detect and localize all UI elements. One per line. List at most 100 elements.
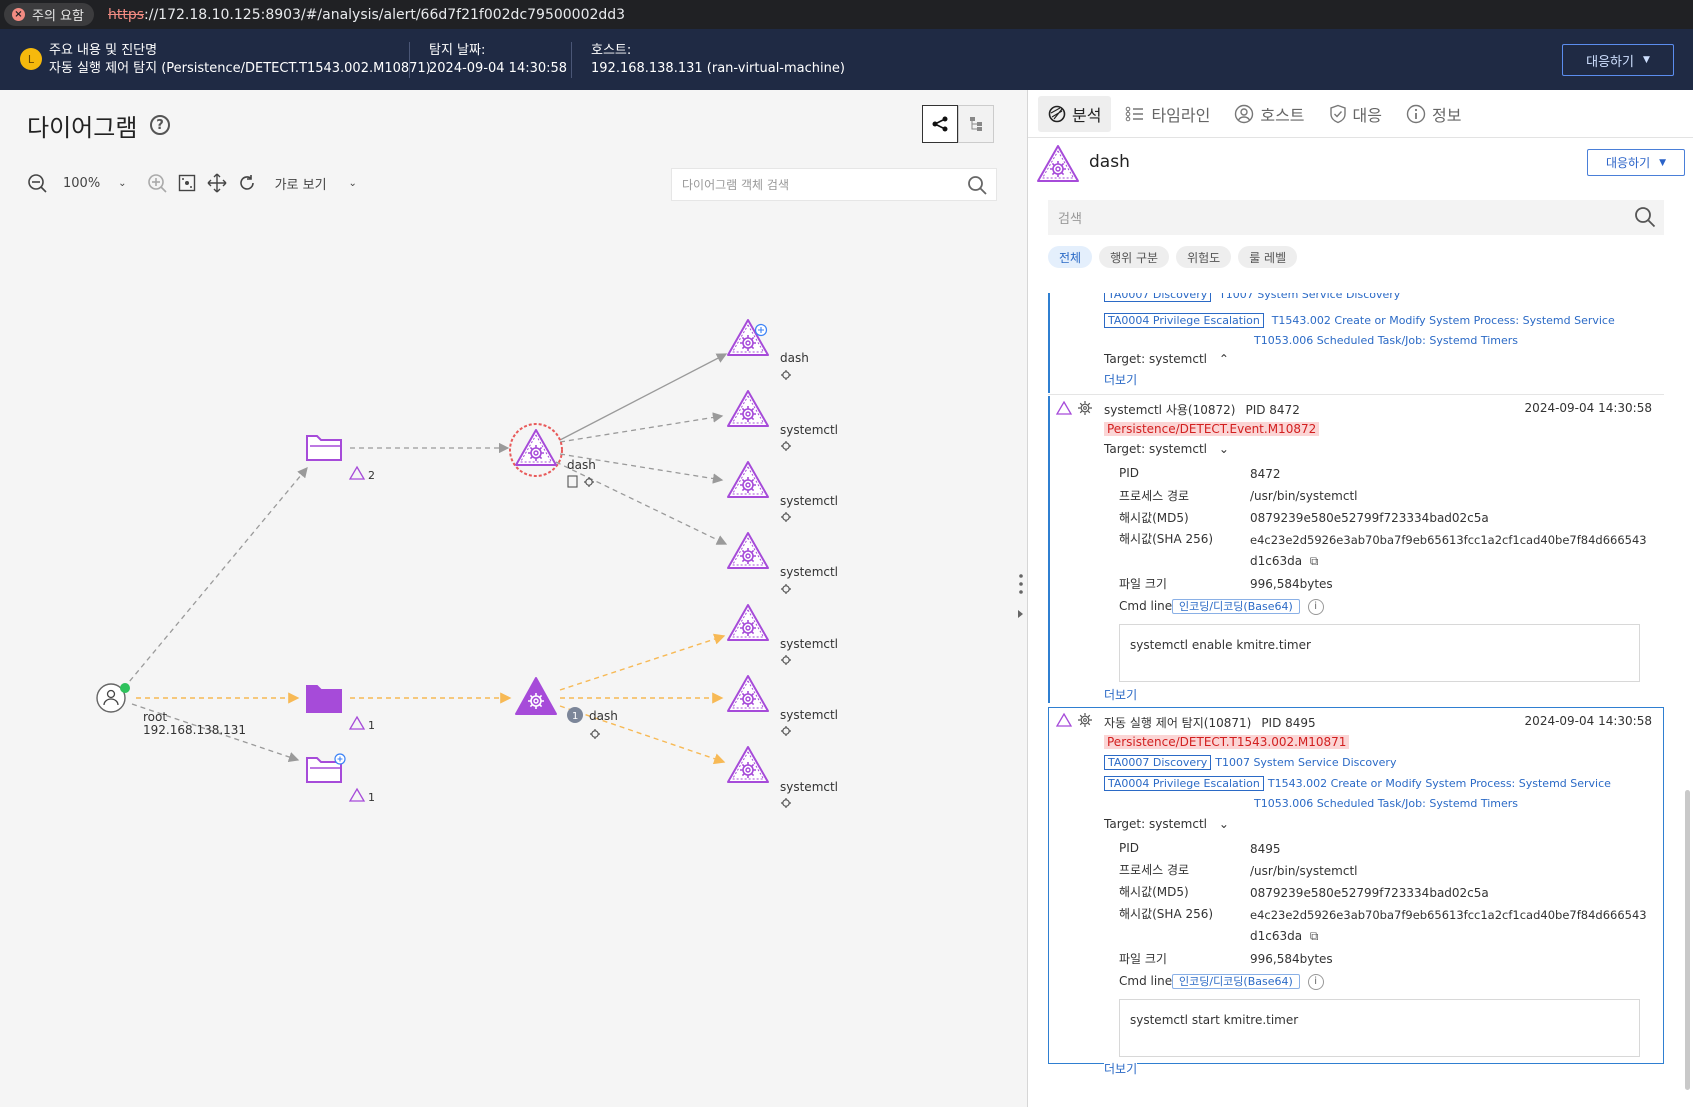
tab-analysis[interactable]: 분석 — [1038, 95, 1112, 132]
event-item-1[interactable]: systemctl 사용(10872) PID 8472 2024-09-04 1… — [1048, 396, 1664, 703]
root-user-node[interactable]: root 192.168.138.131 — [96, 683, 246, 737]
caret-down-icon: ▼ — [1659, 157, 1667, 168]
field-value: 8495 — [1250, 842, 1281, 856]
summary-label: 주요 내용 및 진단명 — [49, 43, 158, 58]
more-link[interactable]: 더보기 — [1104, 371, 1137, 388]
fit-screen-icon[interactable] — [177, 173, 197, 193]
child7-label: systemctl — [780, 780, 838, 794]
process-node-dash-selected[interactable]: dash — [509, 423, 596, 488]
panel-scrollbar[interactable] — [1685, 790, 1690, 1090]
layout-select[interactable]: 가로 보기 — [275, 174, 327, 193]
refresh-icon[interactable] — [237, 173, 257, 193]
event-time: 2024-09-04 14:30:58 — [1524, 714, 1652, 728]
zoom-out-icon[interactable] — [27, 173, 47, 193]
target-toggle[interactable]: Target: systemctl ⌃ — [1104, 352, 1229, 366]
diagram-search-placeholder: 다이어그램 객체 검색 — [682, 178, 789, 192]
more-link[interactable]: 더보기 — [1104, 686, 1137, 703]
child-node-systemctl-1[interactable]: systemctl — [727, 390, 838, 452]
child-node-dash[interactable]: dash — [727, 319, 809, 381]
field-value: d1c63da — [1250, 929, 1303, 943]
info-icon[interactable]: i — [1307, 598, 1324, 615]
event-type-icons — [1056, 400, 1092, 415]
zoom-in-icon[interactable] — [147, 173, 167, 193]
technique-link[interactable]: T1053.006 Scheduled Task/Job: Systemd Ti… — [1254, 334, 1518, 347]
summary-value: 자동 실행 제어 탐지 (Persistence/DETECT.T1543.00… — [49, 61, 431, 76]
folder1-count: 2 — [368, 469, 375, 482]
chip-rule-level[interactable]: 룰 레벨 — [1238, 246, 1298, 268]
technique-link[interactable]: T1007 System Service Discovery — [1219, 293, 1400, 301]
respond-button-panel[interactable]: 대응하기 ▼ — [1587, 149, 1685, 176]
more-link[interactable]: 더보기 — [1104, 1060, 1138, 1077]
help-icon[interactable]: ? — [150, 115, 170, 135]
security-warning-chip[interactable]: × 주의 요함 — [4, 3, 94, 26]
url-text[interactable]: https://172.18.10.125:8903/#/analysis/al… — [108, 7, 625, 23]
process-node-dash-2[interactable]: 1 dash — [515, 677, 618, 740]
external-link-icon[interactable]: ⧉ — [1310, 554, 1319, 568]
diagram-search-input[interactable]: 다이어그램 객체 검색 — [671, 168, 997, 201]
event-item-2[interactable]: 자동 실행 제어 탐지(10871) PID 8495 2024-09-04 14… — [1048, 707, 1664, 1077]
tab-timeline[interactable]: 타임라인 — [1115, 96, 1220, 132]
event-pid: PID 8495 — [1261, 716, 1316, 730]
alert-host: 호스트: 192.168.138.131 (ran-virtual-machin… — [591, 42, 845, 78]
chip-all[interactable]: 전체 — [1048, 246, 1093, 268]
child-node-systemctl-4[interactable]: systemctl — [727, 604, 838, 666]
child-node-systemctl-5[interactable]: systemctl — [727, 675, 838, 737]
technique-link[interactable]: T1007 System Service Discovery — [1215, 756, 1396, 769]
tactic-tag[interactable]: TA0004 Privilege Escalation — [1104, 776, 1264, 791]
search-icon[interactable] — [967, 175, 987, 198]
child-node-systemctl-2[interactable]: systemctl — [727, 461, 838, 523]
external-link-icon[interactable]: ⧉ — [1310, 929, 1319, 943]
field-value: 996,584bytes — [1250, 577, 1333, 591]
filter-chips: 전체 행위 구분 위험도 룰 레벨 — [1048, 246, 1298, 268]
event-search-input[interactable]: 검색 — [1048, 200, 1664, 235]
tab-info[interactable]: 정보 — [1396, 96, 1471, 132]
respond-button-header[interactable]: 대응하기 ▼ — [1562, 44, 1674, 76]
field-value: e4c23e2d5926e3ab70ba7f9eb65613fcc1a2cf1c… — [1250, 908, 1647, 922]
pane-resize-handle[interactable] — [1018, 574, 1023, 618]
technique-link[interactable]: T1543.002 Create or Modify System Proces… — [1272, 314, 1615, 327]
tab-host[interactable]: 호스트 — [1224, 96, 1314, 132]
chip-behavior[interactable]: 행위 구분 — [1099, 246, 1170, 268]
cmdline-box[interactable]: systemctl start kmitre.timer — [1119, 999, 1640, 1057]
diagram-title: 다이어그램 — [27, 114, 138, 142]
tactic-tag[interactable]: TA0004 Privilege Escalation — [1104, 313, 1264, 328]
rule-tag[interactable]: Persistence/DETECT.Event.M10872 — [1104, 422, 1320, 436]
encode-decode-button[interactable]: 인코딩/디코딩(Base64) — [1172, 599, 1300, 614]
tree-view-button[interactable] — [958, 105, 994, 143]
technique-link[interactable]: T1543.002 Create or Modify System Proces… — [1268, 777, 1611, 790]
cmdline-text: systemctl start kmitre.timer — [1130, 1013, 1299, 1027]
security-warning-text: 주의 요함 — [32, 9, 84, 24]
move-icon[interactable] — [207, 173, 227, 193]
folder-node-3[interactable]: 1 — [306, 753, 375, 804]
tactic-tag[interactable]: TA0007 Discovery — [1104, 293, 1212, 302]
target-toggle[interactable]: Target: systemctl ⌄ — [1104, 442, 1229, 456]
diagram-toolbar: 100% ⌄ 가로 보기 ⌄ — [27, 173, 357, 193]
tab-response[interactable]: 대응 — [1319, 96, 1392, 132]
search-icon[interactable] — [1634, 206, 1656, 232]
child-node-systemctl-3[interactable]: systemctl — [727, 532, 838, 595]
tree-icon — [970, 117, 982, 131]
child-node-systemctl-6[interactable]: systemctl — [727, 746, 838, 809]
layout-dropdown-icon[interactable]: ⌄ — [349, 178, 357, 189]
technique-link[interactable]: T1053.006 Scheduled Task/Job: Systemd Ti… — [1254, 797, 1518, 810]
process-diagram[interactable]: root 192.168.138.131 2 1 1 dash 1 dash d… — [0, 220, 1027, 1107]
folder-node-1[interactable]: 2 — [306, 435, 375, 482]
field-label: Cmd line — [1119, 974, 1173, 988]
target-toggle[interactable]: Target: systemctl ⌄ — [1104, 817, 1229, 831]
user-icon — [1235, 104, 1254, 123]
encode-decode-button[interactable]: 인코딩/디코딩(Base64) — [1172, 974, 1300, 989]
child5-label: systemctl — [780, 637, 838, 651]
cmdline-box[interactable]: systemctl enable kmitre.timer — [1119, 624, 1640, 682]
process-name: dash — [1089, 152, 1130, 172]
folder-node-2[interactable]: 1 — [306, 685, 375, 732]
field-label: PID — [1119, 841, 1140, 855]
tactic-tag[interactable]: TA0007 Discovery — [1104, 755, 1212, 770]
respond-panel-label: 대응하기 — [1605, 156, 1651, 170]
chip-risk[interactable]: 위험도 — [1176, 246, 1232, 268]
browser-address-bar[interactable]: × 주의 요함 https://172.18.10.125:8903/#/ana… — [0, 0, 1693, 29]
rule-tag[interactable]: Persistence/DETECT.T1543.002.M10871 — [1104, 735, 1350, 749]
zoom-level[interactable]: 100% — [63, 176, 100, 191]
info-icon[interactable]: i — [1307, 973, 1324, 990]
zoom-dropdown-icon[interactable]: ⌄ — [118, 178, 126, 189]
graph-view-button[interactable] — [922, 105, 958, 143]
